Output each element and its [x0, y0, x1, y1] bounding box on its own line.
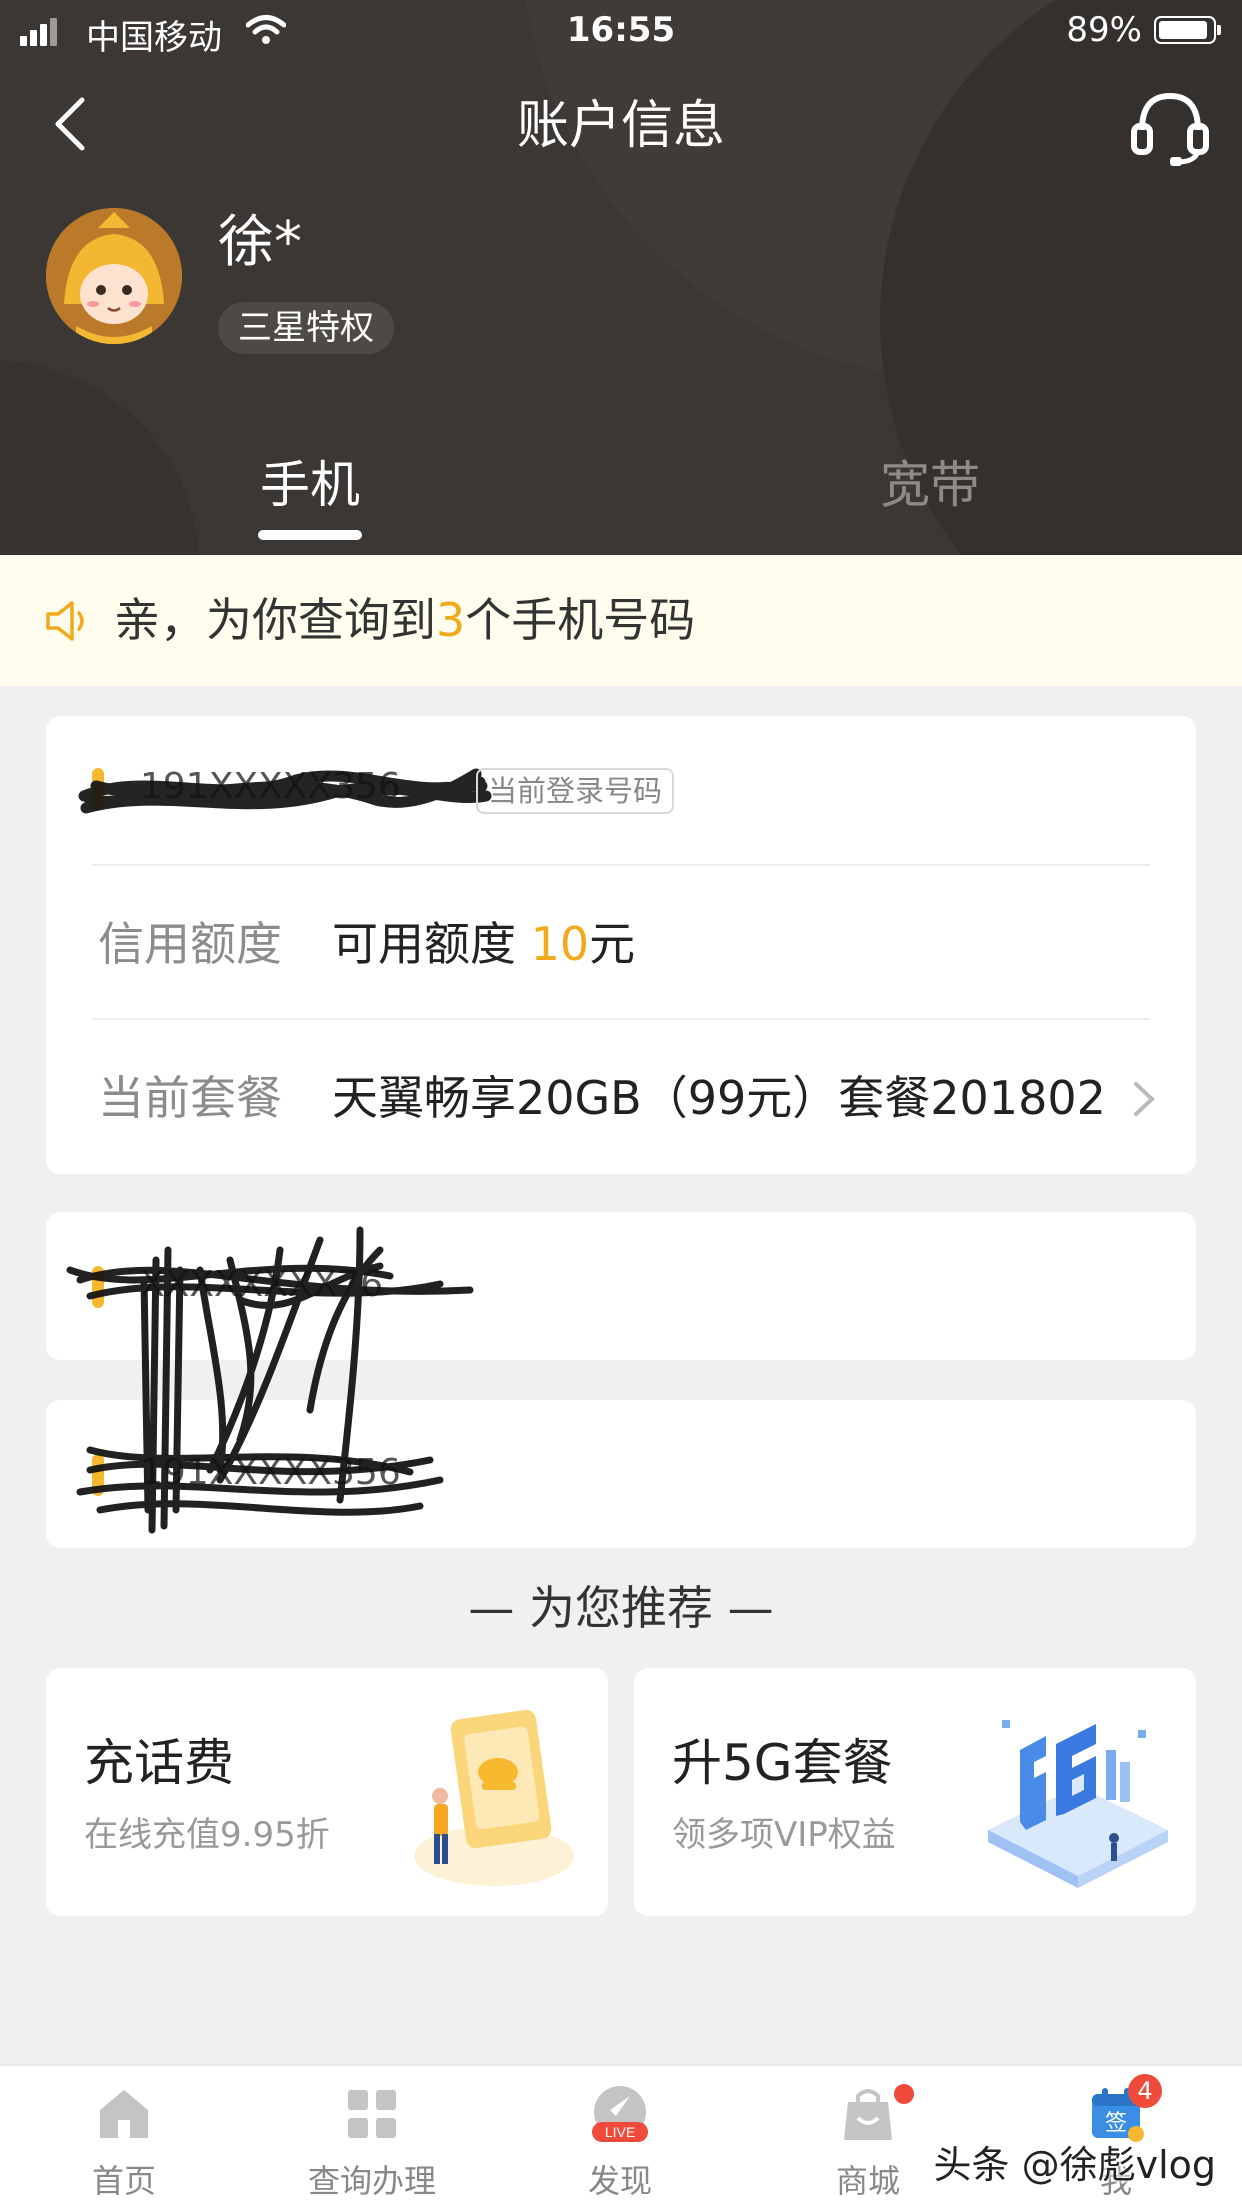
live-icon: LIVE — [592, 2086, 648, 2142]
home-icon — [100, 2090, 148, 2138]
tab-phone[interactable]: 手机 — [260, 455, 360, 515]
credit-amount: 10 — [530, 917, 590, 971]
current-login-badge: 当前登录号码 — [476, 768, 675, 814]
current-plan-label: 当前套餐 — [98, 1071, 282, 1125]
tabbar-label: 首页 — [91, 2162, 156, 2200]
sign-in-text: 签 — [1105, 2111, 1127, 2136]
speaker-icon — [46, 601, 84, 641]
phone-account-card[interactable]: 191XXXXX356 当前登录号码 信用额度 可用额度 10元 当前套餐 天翼… — [46, 716, 1196, 1174]
battery-icon — [1154, 16, 1221, 44]
shopping-bag-icon — [844, 2089, 892, 2140]
recharge-title: 充话费 — [84, 1734, 234, 1792]
page-title: 账户信息 — [516, 96, 725, 156]
upgrade-5g-card[interactable]: 升5G套餐 领多项VIP权益 — [634, 1668, 1196, 1916]
tabbar-item-discover[interactable]: LIVE 发现 — [496, 2066, 744, 2210]
status-bar: 中国移动 16:55 89% — [0, 0, 1242, 62]
tab-broadband[interactable]: 宽带 — [880, 455, 980, 515]
divider — [92, 1018, 1150, 1020]
phone-count: 3 — [436, 593, 466, 647]
grid-icon — [348, 2090, 396, 2138]
notice-suffix: 个手机号码 — [465, 593, 696, 647]
recharge-illustration-icon — [414, 1709, 574, 1886]
upgrade-5g-subtitle: 领多项VIP权益 — [672, 1815, 896, 1855]
member-level-badge[interactable]: 三星特权 — [218, 302, 394, 354]
avatar[interactable] — [46, 208, 182, 344]
divider — [92, 864, 1150, 866]
active-tab-indicator — [258, 530, 362, 540]
status-time: 16:55 — [566, 10, 676, 50]
customer-service-headset-icon[interactable] — [1128, 88, 1212, 166]
credit-prefix: 可用额度 — [332, 917, 516, 971]
chevron-right-icon[interactable] — [1132, 1080, 1156, 1118]
notification-count-badge: 4 — [1128, 2074, 1162, 2108]
monkey-avatar-icon — [46, 208, 182, 344]
recharge-card[interactable]: 充话费 在线充值9.95折 — [46, 1668, 608, 1916]
5g-illustration-icon — [988, 1720, 1168, 1888]
account-header: 中国移动 16:55 89% 账户信息 徐* 三星特权 手机 宽带 — [0, 0, 1242, 555]
current-plan-value[interactable]: 天翼畅享20GB（99元）套餐201802 — [332, 1068, 1106, 1128]
credit-unit: 元 — [589, 917, 636, 971]
redaction-scribble — [78, 768, 492, 814]
tabbar-label: 发现 — [587, 2162, 652, 2200]
header-decoration — [0, 360, 200, 555]
tabbar-label: 查询办理 — [307, 2162, 436, 2200]
recommend-section-title: — 为您推荐 — — [468, 1581, 774, 1635]
battery-percentage: 89% — [1066, 10, 1142, 50]
notification-dot — [894, 2084, 914, 2104]
query-notice-banner: 亲，为你查询到3个手机号码 — [0, 555, 1242, 686]
watermark: 头条 @徐彪vlog — [933, 2143, 1217, 2187]
live-text: LIVE — [605, 2124, 635, 2140]
credit-limit-value: 可用额度 10元 — [332, 914, 635, 974]
redaction-scribble — [66, 1226, 474, 1534]
notice-prefix: 亲，为你查询到 — [114, 593, 436, 647]
recharge-subtitle: 在线充值9.95折 — [84, 1815, 330, 1855]
user-name: 徐* — [218, 210, 302, 275]
credit-limit-label: 信用额度 — [98, 917, 282, 971]
tabbar-item-home[interactable]: 首页 — [0, 2066, 248, 2210]
upgrade-5g-title: 升5G套餐 — [672, 1734, 893, 1792]
tabbar-item-query[interactable]: 查询办理 — [248, 2066, 496, 2210]
notice-text: 亲，为你查询到3个手机号码 — [114, 589, 695, 651]
